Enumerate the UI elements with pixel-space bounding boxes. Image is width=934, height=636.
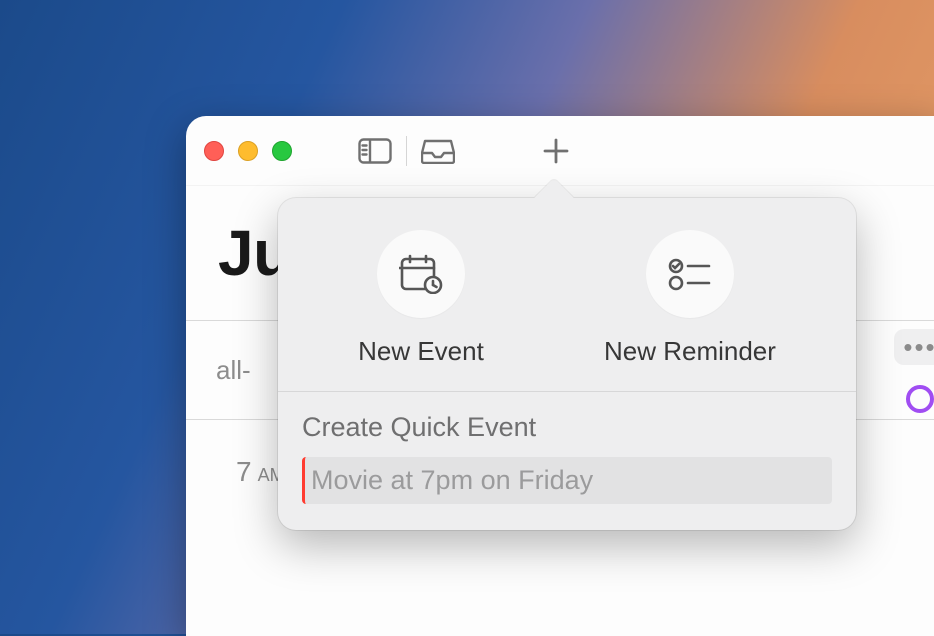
inbox-button[interactable] <box>411 131 465 171</box>
calendar-clock-icon <box>399 254 443 294</box>
window-controls <box>204 141 292 161</box>
calendar-window: Ju all- ••• 7 AM <box>186 116 934 636</box>
new-event-label: New Event <box>358 336 484 367</box>
titlebar <box>186 116 934 186</box>
quick-event-title: Create Quick Event <box>302 412 832 443</box>
more-events-pill[interactable]: ••• <box>894 329 934 365</box>
toolbar <box>348 131 583 171</box>
sidebar-toggle-button[interactable] <box>348 131 402 171</box>
inbox-icon <box>421 138 455 164</box>
new-event-choice[interactable]: New Event <box>358 230 484 367</box>
zoom-window-button[interactable] <box>272 141 292 161</box>
minimize-window-button[interactable] <box>238 141 258 161</box>
add-popover: New Event New Reminder Create Quick Even… <box>278 198 856 530</box>
event-indicator-ring[interactable] <box>894 381 934 417</box>
time-hour: 7 <box>236 456 252 488</box>
popover-type-row: New Event New Reminder <box>278 198 856 392</box>
quick-event-input[interactable] <box>302 457 832 504</box>
all-day-label: all- <box>216 355 251 386</box>
new-reminder-label: New Reminder <box>604 336 776 367</box>
all-day-overflow: ••• <box>894 329 934 417</box>
new-reminder-choice[interactable]: New Reminder <box>604 230 776 367</box>
plus-icon <box>542 137 570 165</box>
toolbar-divider <box>406 136 407 166</box>
new-reminder-icon-circle <box>646 230 734 318</box>
ring-icon <box>906 385 934 413</box>
add-button[interactable] <box>529 131 583 171</box>
reminder-list-icon <box>667 256 713 292</box>
popover-quick-event: Create Quick Event <box>278 392 856 530</box>
close-window-button[interactable] <box>204 141 224 161</box>
sidebar-icon <box>358 138 392 164</box>
new-event-icon-circle <box>377 230 465 318</box>
